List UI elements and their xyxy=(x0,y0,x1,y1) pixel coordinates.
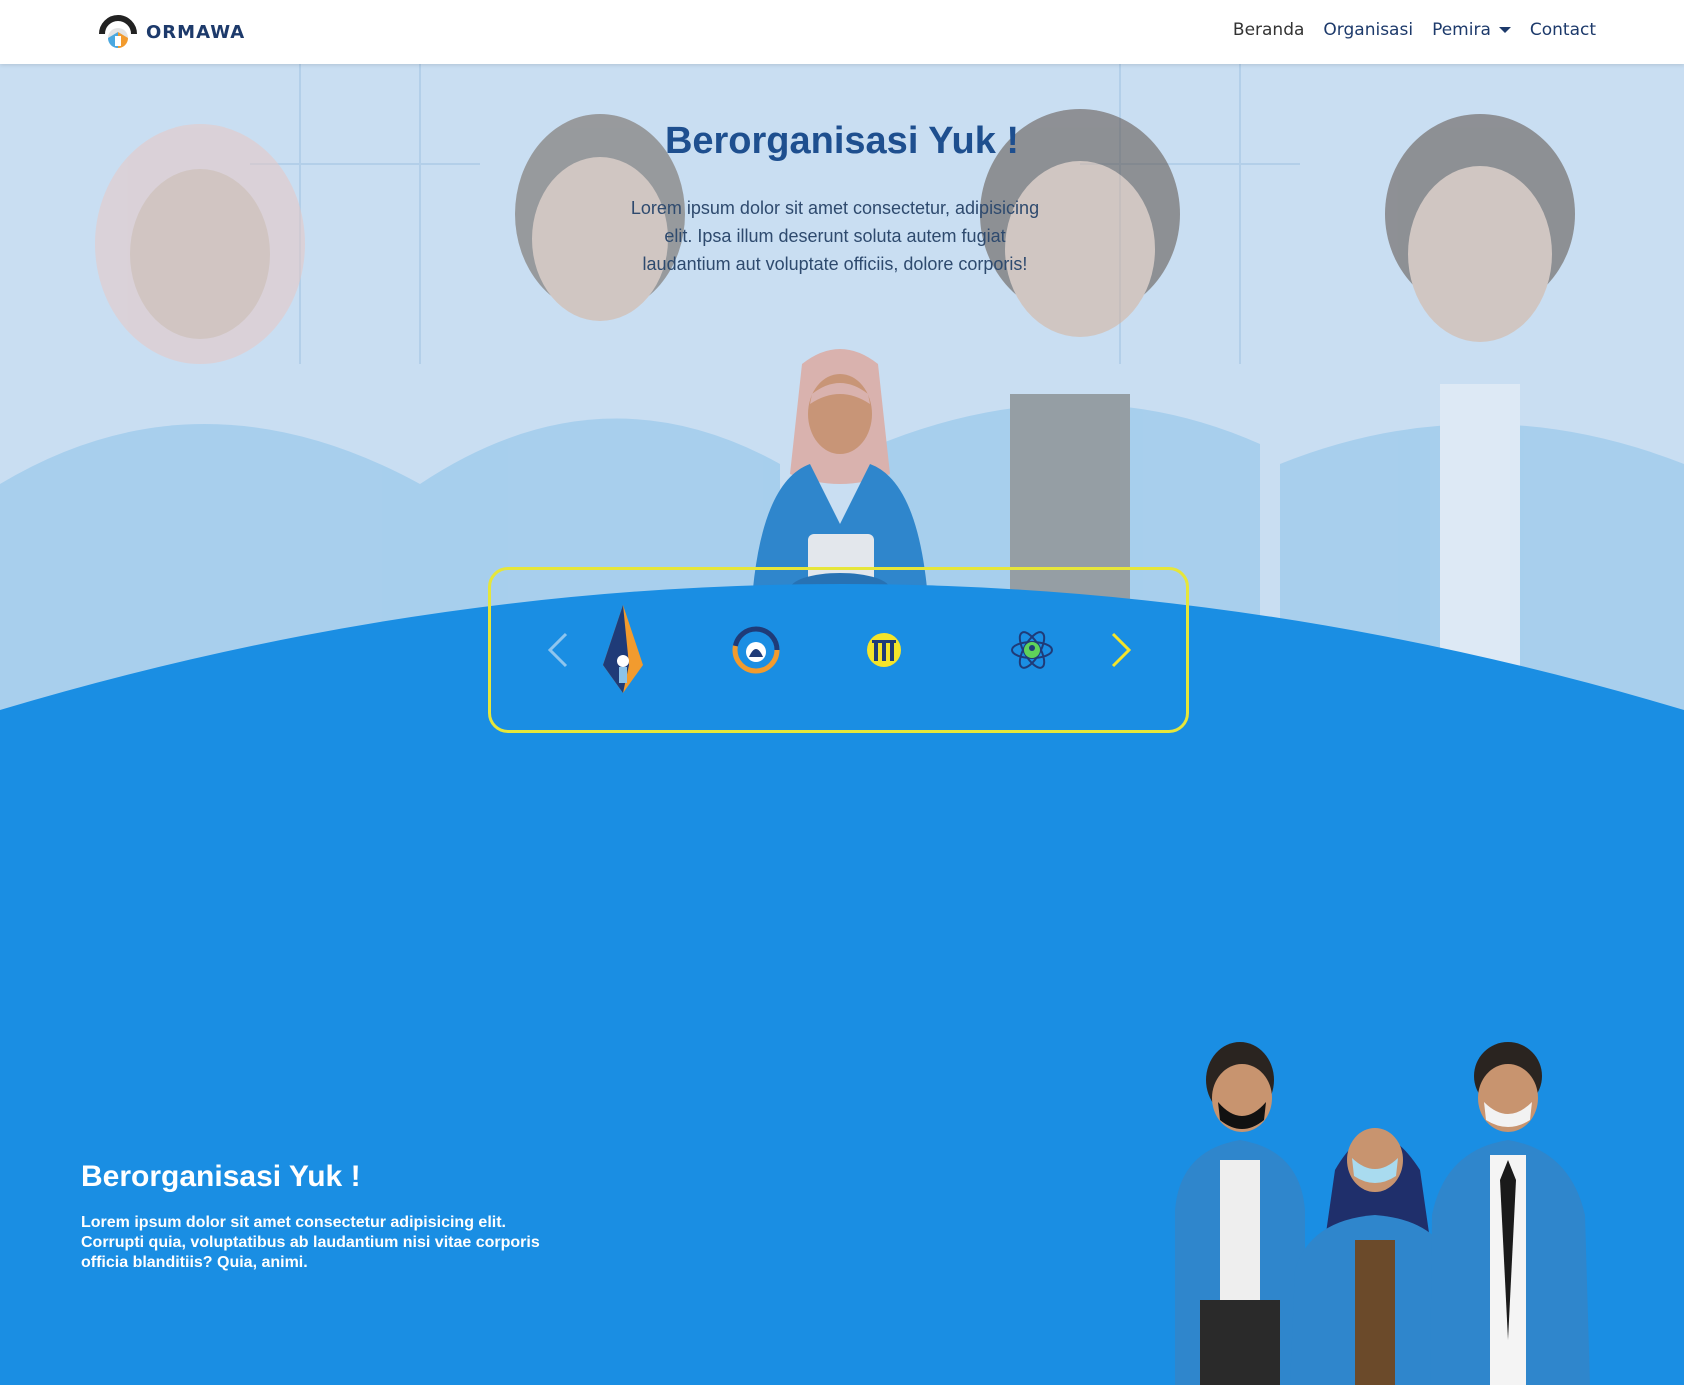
nav-organisasi[interactable]: Organisasi xyxy=(1323,20,1413,40)
nav-pemira-label: Pemira xyxy=(1432,20,1491,40)
pen-nib-logo-icon[interactable] xyxy=(599,605,647,695)
brand[interactable]: ORMAWA xyxy=(98,12,245,52)
nav-beranda[interactable]: Beranda xyxy=(1233,20,1305,40)
chevron-right-icon[interactable] xyxy=(1109,630,1133,670)
caret-down-icon xyxy=(1498,27,1511,33)
nav-contact[interactable]: Contact xyxy=(1530,20,1596,40)
student-group-photo xyxy=(1175,1042,1590,1385)
section-title: Berorganisasi Yuk ! xyxy=(81,1160,361,1193)
organization-logo-carousel xyxy=(488,567,1189,733)
ormawa-logo-icon xyxy=(99,15,137,48)
navbar: ORMAWA Beranda Organisasi Pemira Contact xyxy=(0,0,1684,64)
nav-links: Beranda Organisasi Pemira Contact xyxy=(1233,20,1596,40)
ring-logo-icon[interactable] xyxy=(731,625,781,675)
chevron-left-icon[interactable] xyxy=(546,630,570,670)
pillar-logo-icon[interactable] xyxy=(866,632,902,668)
atom-logo-icon[interactable] xyxy=(1010,628,1054,672)
section-text: Lorem ipsum dolor sit amet consectetur a… xyxy=(81,1214,540,1271)
nav-pemira-dropdown[interactable]: Pemira xyxy=(1432,20,1511,40)
brand-name: ORMAWA xyxy=(146,21,246,43)
